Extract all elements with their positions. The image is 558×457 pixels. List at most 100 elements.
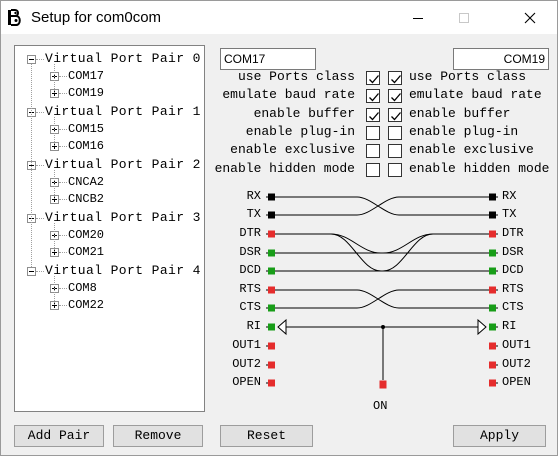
rx-tx-wire — [272, 196, 492, 216]
minimize-icon — [413, 17, 423, 19]
maximize-button[interactable] — [441, 1, 487, 34]
left-port-name-field[interactable]: COM17 — [220, 48, 316, 70]
option-checkbox-right[interactable] — [388, 163, 402, 177]
tree-port-label[interactable]: CNCB2 — [68, 192, 104, 206]
option-label-right: enable buffer — [409, 106, 511, 121]
tree-pair-label[interactable]: Virtual Port Pair 4 — [45, 263, 201, 278]
option-checkbox-left[interactable] — [366, 144, 380, 158]
dtr-dcd-wire — [272, 233, 492, 272]
left-signal-label: OUT2 — [232, 357, 261, 371]
left-signal-led — [268, 267, 275, 275]
right-signal-led — [489, 193, 496, 201]
ri-left-arrow-icon — [277, 318, 287, 336]
option-checkbox-left[interactable] — [366, 89, 380, 103]
right-port-name-field[interactable]: COM19 — [453, 48, 549, 70]
right-signal-led — [489, 342, 496, 350]
tree-port-label[interactable]: CNCA2 — [68, 175, 104, 189]
left-signal-led — [268, 379, 275, 387]
on-led — [379, 380, 387, 389]
tree-pair-label[interactable]: Virtual Port Pair 0 — [45, 51, 201, 66]
title-bar: Setup for com0com — [1, 1, 557, 34]
option-checkbox-left[interactable] — [366, 71, 380, 85]
right-signal-led — [489, 211, 496, 219]
tree-port-label[interactable]: COM22 — [68, 298, 104, 312]
tree-port-label[interactable]: COM19 — [68, 86, 104, 100]
right-signal-led — [489, 267, 496, 275]
option-checkbox-right[interactable] — [388, 71, 402, 85]
option-label-right: enable plug-in — [409, 124, 519, 139]
option-label-left: enable hidden mode — [214, 161, 355, 176]
right-signal-label: OUT2 — [502, 357, 531, 371]
dsr-dtr-wire — [272, 233, 492, 254]
right-signal-led — [489, 304, 496, 312]
com0com-app-icon — [8, 9, 21, 26]
tree-port-label[interactable]: COM17 — [68, 69, 104, 83]
maximize-icon — [459, 12, 469, 23]
option-checkbox-left[interactable] — [366, 126, 380, 140]
right-signal-led — [489, 323, 496, 331]
right-signal-led — [489, 249, 496, 257]
option-label-left: enable plug-in — [245, 124, 355, 139]
left-signal-label: RI — [246, 319, 261, 333]
rts-cts-wire — [272, 289, 492, 309]
option-label-right: use Ports class — [409, 69, 527, 84]
tree-pair-label[interactable]: Virtual Port Pair 1 — [45, 104, 201, 119]
right-signal-label: RI — [502, 319, 517, 333]
close-icon — [524, 12, 536, 23]
right-signal-led — [489, 286, 496, 294]
tree-pair-label[interactable]: Virtual Port Pair 3 — [45, 210, 201, 225]
rts-cts-wire — [272, 289, 492, 309]
dcd-dtr-wire — [272, 233, 492, 272]
left-signal-led — [268, 230, 275, 238]
apply-button[interactable]: Apply — [453, 425, 546, 447]
window-title: Setup for com0com — [31, 9, 162, 26]
left-signal-led — [268, 193, 275, 201]
left-signal-led — [268, 361, 275, 369]
tree-pair-label[interactable]: Virtual Port Pair 2 — [45, 157, 201, 172]
ri-junction-dot — [381, 325, 385, 329]
option-checkbox-right[interactable] — [388, 89, 402, 103]
close-button[interactable] — [507, 1, 553, 34]
left-signal-label: OUT1 — [232, 338, 261, 352]
left-signal-label: DCD — [239, 263, 261, 277]
right-signal-led — [489, 230, 496, 238]
dtr-dsr-wire — [272, 233, 492, 254]
minimize-button[interactable] — [395, 1, 441, 34]
left-signal-led — [268, 211, 275, 219]
reset-button[interactable]: Reset — [220, 425, 313, 447]
option-checkbox-right[interactable] — [388, 126, 402, 140]
left-signal-label: CTS — [239, 300, 261, 314]
option-label-right: emulate baud rate — [409, 87, 542, 102]
ri-right-arrow-icon — [477, 318, 487, 336]
left-signal-label: DTR — [239, 226, 261, 240]
option-checkbox-right[interactable] — [388, 108, 402, 122]
right-signal-label: OPEN — [502, 375, 531, 389]
right-signal-label: CTS — [502, 300, 524, 314]
left-signal-led — [268, 249, 275, 257]
port-pair-tree[interactable]: Virtual Port Pair 0 COM17 COM19 Virtual Por… — [14, 45, 205, 412]
collapse-toggle[interactable] — [27, 55, 36, 64]
option-label-left: enable exclusive — [230, 142, 355, 157]
remove-button[interactable]: Remove — [113, 425, 203, 447]
right-signal-label: RTS — [502, 282, 524, 296]
option-label-right: enable hidden mode — [409, 161, 550, 176]
option-checkbox-left[interactable] — [366, 108, 380, 122]
tree-port-label[interactable]: COM8 — [68, 281, 97, 295]
right-signal-led — [489, 361, 496, 369]
left-signal-label: DSR — [239, 245, 261, 259]
rx-tx-wire — [272, 196, 492, 216]
option-label-left: use Ports class — [237, 69, 355, 84]
option-checkbox-left[interactable] — [366, 163, 380, 177]
tree-port-label[interactable]: COM20 — [68, 228, 104, 242]
option-label-left: enable buffer — [253, 106, 355, 121]
right-signal-label: DTR — [502, 226, 524, 240]
right-signal-led — [489, 379, 496, 387]
left-signal-led — [268, 323, 275, 331]
left-signal-led — [268, 342, 275, 350]
option-checkbox-right[interactable] — [388, 144, 402, 158]
add-pair-button[interactable]: Add Pair — [14, 425, 104, 447]
tree-port-label[interactable]: COM15 — [68, 122, 104, 136]
collapse-toggle[interactable] — [27, 267, 36, 276]
tree-port-label[interactable]: COM16 — [68, 139, 104, 153]
tree-port-label[interactable]: COM21 — [68, 245, 104, 259]
